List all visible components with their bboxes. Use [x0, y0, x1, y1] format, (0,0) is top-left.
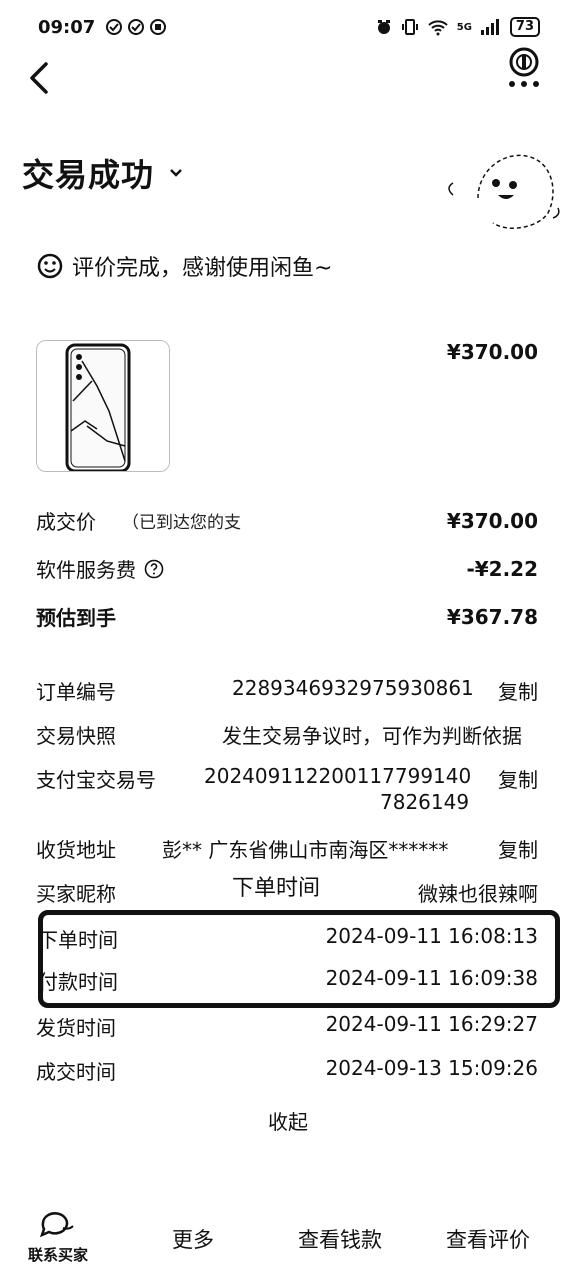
alipay-trade-number-row: 支付宝交易号 20240911220011779914​0 7826149 复制 [36, 764, 538, 816]
phone-image-icon [37, 341, 169, 471]
shipping-address-row: 收货地址 彭** 广东省佛山市南海区****** 复制 [36, 834, 538, 862]
deal-time-label: 成交时间 [36, 1060, 116, 1084]
service-fee-value: -¥2.22 [466, 556, 538, 581]
shipping-address-value: 彭** 广东省佛山市南海区****** [162, 838, 449, 862]
contact-buyer-button[interactable]: 联系买家 [22, 1210, 94, 1270]
buyer-nickname-value: 微辣也很辣啊 [418, 882, 538, 906]
bottom-action-bar: 联系买家 更多 查看钱款 查看评价 [0, 1206, 576, 1280]
trade-snapshot-value: 发生交易争议时，可作为判断依据 [222, 724, 522, 748]
product-price: ¥370.00 [446, 340, 538, 364]
highlight-annotation-box [38, 910, 560, 1008]
chevron-left-icon [30, 62, 48, 94]
alipay-trade-number-line1: 20240911220011779914​0 [204, 764, 472, 788]
chat-bubble-icon [39, 1212, 74, 1238]
deal-time-row: 成交时间 2024-09-13 15:09:26 [36, 1056, 538, 1084]
more-button[interactable]: 更多 [172, 1224, 214, 1254]
app-notification-icon [150, 19, 167, 35]
order-number-row: 订单编号 2289346932975930861 复制 [36, 676, 538, 704]
review-status: 评价完成，感谢使用闲鱼~ [36, 250, 332, 282]
network-type: 5G [456, 21, 472, 33]
view-review-button[interactable]: 查看评价 [446, 1224, 530, 1254]
product-image[interactable] [36, 340, 170, 472]
alipay-trade-number-line2: 7826149 [380, 790, 470, 814]
deal-time-value: 2024-09-13 15:09:26 [325, 1056, 538, 1080]
estimated-income-label: 预估到手 [36, 606, 116, 630]
service-fee-row: 软件服务费 -¥2.22 [36, 554, 538, 583]
copy-address-button[interactable]: 复制 [498, 834, 538, 863]
copy-order-number-button[interactable]: 复制 [498, 676, 538, 705]
customer-service-icon [509, 47, 539, 87]
contact-buyer-label: 联系买家 [27, 1246, 88, 1264]
vibrate-icon [401, 19, 418, 35]
back-button[interactable] [24, 58, 58, 98]
deal-price-note: （已到达您的支 [122, 513, 241, 533]
deal-price-row: 成交价 （已到达您的支 ¥370.00 [36, 506, 538, 535]
trade-snapshot-row[interactable]: 交易快照 发生交易争议时，可作为判断依据 [36, 720, 538, 748]
service-fee-label: 软件服务费 [36, 558, 136, 582]
wifi-icon [428, 20, 448, 36]
shipping-time-label: 发货时间 [36, 1016, 116, 1040]
check-circle-icon [128, 19, 145, 35]
mascot-illustration [438, 138, 568, 238]
deal-price-label: 成交价 [36, 510, 96, 534]
alipay-trade-number-label: 支付宝交易号 [36, 768, 156, 792]
signal-icon [480, 19, 499, 35]
order-detail-page: 09:07 5G 73 交易成功 评价完成，感谢使用闲鱼~ ¥370.00 成交… [0, 0, 576, 1280]
shipping-address-label: 收货地址 [36, 838, 116, 862]
deal-price-value: ¥370.00 [446, 508, 538, 533]
question-help-icon[interactable] [144, 559, 164, 579]
status-time: 09:07 [38, 16, 96, 38]
order-number-label: 订单编号 [36, 680, 116, 704]
notification-icons [105, 18, 167, 36]
shipping-time-row: 发货时间 2024-09-11 16:29:27 [36, 1012, 538, 1040]
order-number-value: 2289346932975930861 [232, 676, 474, 700]
buyer-nickname-label: 买家昵称 [36, 882, 116, 906]
review-text: 评价完成，感谢使用闲鱼~ [72, 256, 333, 281]
copy-alipay-number-button[interactable]: 复制 [498, 764, 538, 793]
customer-service-button[interactable] [502, 44, 546, 90]
smile-icon [37, 253, 63, 279]
chevron-down-icon [170, 169, 182, 177]
check-circle-icon [106, 19, 123, 35]
battery-indicator: 73 [509, 17, 540, 37]
order-status-header[interactable]: 交易成功 [22, 150, 184, 196]
alarm-icon [377, 20, 390, 34]
page-title: 交易成功 [22, 156, 155, 194]
shipping-time-value: 2024-09-11 16:29:27 [325, 1012, 538, 1036]
view-money-button[interactable]: 查看钱款 [298, 1224, 382, 1254]
trade-snapshot-label: 交易快照 [36, 724, 116, 748]
estimated-income-row: 预估到手 ¥367.78 [36, 602, 538, 631]
estimated-income-value: ¥367.78 [446, 604, 538, 629]
annotation-label: 下单时间 [232, 876, 321, 901]
status-bar: 09:07 5G 73 [0, 0, 576, 54]
collapse-button[interactable]: 收起 [0, 1106, 576, 1135]
